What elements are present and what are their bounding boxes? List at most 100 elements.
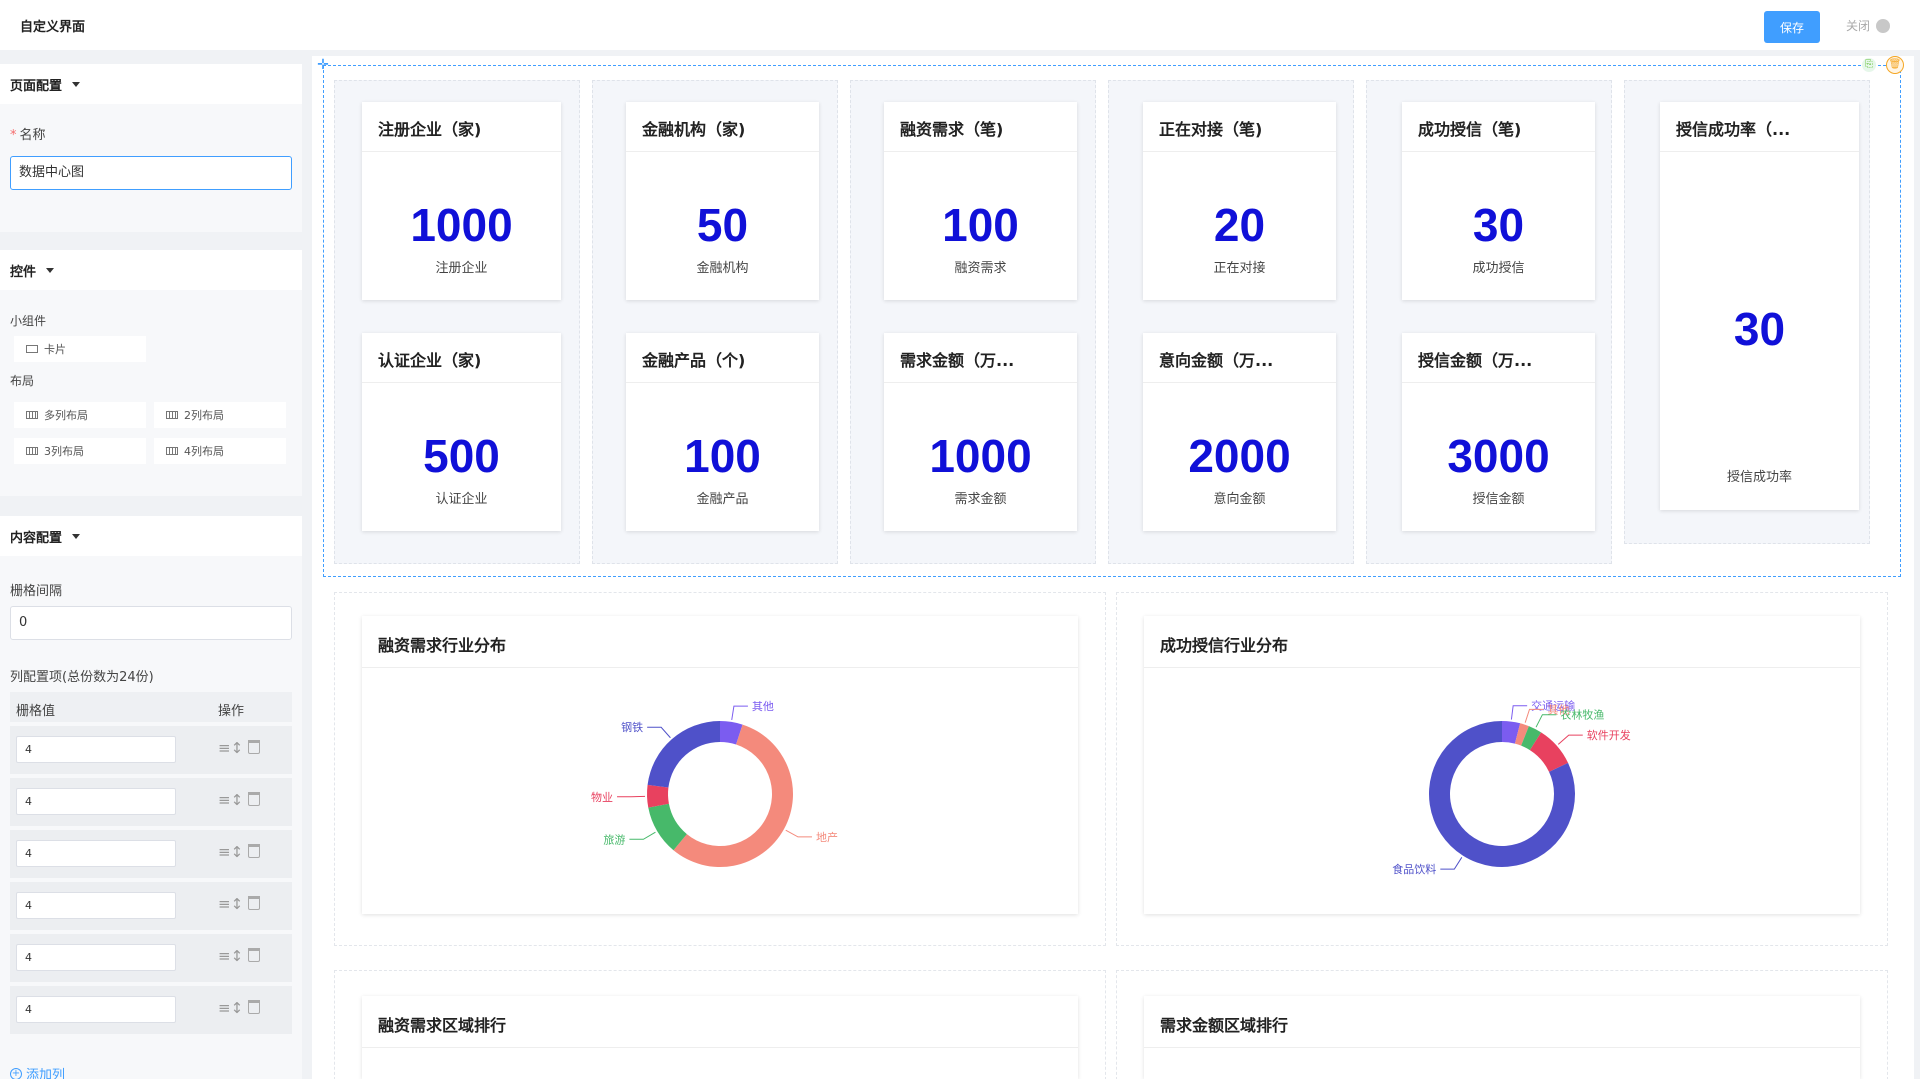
column-config-row: 4 ≡↕ — [10, 986, 292, 1034]
donut-slice[interactable] — [647, 784, 669, 808]
column-config-row: 4 ≡↕ — [10, 726, 292, 774]
slice-label: 物业 — [591, 790, 613, 804]
gutter-label: 栅格间隔 — [10, 584, 63, 599]
sort-icon[interactable]: ≡↕ — [218, 791, 243, 809]
label-leader-line — [1535, 714, 1557, 728]
multi-column-layout-widget[interactable]: 多列布局 — [14, 402, 146, 428]
column-config-row: 4 ≡↕ — [10, 778, 292, 826]
grid-value-header: 栅格值 — [16, 704, 56, 719]
sort-icon[interactable]: ≡↕ — [218, 895, 243, 913]
chart-card-amount-region: 需求金额区域排行 — [1144, 996, 1860, 1079]
grid-value-input[interactable]: 4 — [16, 996, 176, 1023]
save-button[interactable]: 保存 — [1764, 11, 1820, 43]
slice-label: 旅游 — [603, 832, 625, 846]
columns-icon — [166, 447, 178, 455]
name-input[interactable]: 数据中心图 — [10, 156, 292, 190]
donut-slice[interactable] — [647, 721, 720, 788]
content-config-title: 内容配置 — [10, 530, 63, 546]
controls-body: 小组件 卡片 布局 多列布局 2列布局 3列布局 4列布局 — [0, 290, 302, 496]
layout-label: 布局 — [10, 374, 35, 388]
copy-icon[interactable]: ⎘ — [1862, 58, 1876, 72]
trash-icon[interactable] — [248, 740, 260, 754]
columns-icon — [26, 447, 38, 455]
chart-card-demand-industry: 融资需求行业分布 其他地产 旅游 物业 钢铁 — [362, 616, 1078, 914]
gutter-input[interactable]: 0 — [10, 606, 292, 640]
four-column-layout-widget[interactable]: 4列布局 — [154, 438, 286, 464]
slice-label: 地产 — [816, 830, 838, 844]
label-leader-line — [1557, 734, 1583, 745]
label-leader-line — [731, 705, 748, 721]
page-config-body: * 名称 数据中心图 — [0, 104, 302, 232]
layout-widget-label: 4列布局 — [184, 445, 224, 458]
trash-icon[interactable] — [248, 792, 260, 806]
sort-icon[interactable]: ≡↕ — [218, 947, 243, 965]
donut-chart: 其他地产 旅游 物业 钢铁 — [591, 700, 838, 867]
close-icon — [1876, 18, 1891, 33]
layout-widget-label: 2列布局 — [184, 409, 224, 422]
grid-value-input[interactable]: 4 — [16, 944, 176, 971]
slice-label: 钢铁 — [621, 721, 643, 734]
grid-value-input[interactable]: 4 — [16, 788, 176, 815]
controls-section: 控件 小组件 卡片 布局 多列布局 2列布局 3列布局 4列布局 — [0, 250, 302, 496]
controls-title: 控件 — [10, 264, 37, 280]
page-config-title: 页面配置 — [10, 78, 63, 94]
action-header: 操作 — [218, 704, 245, 719]
config-sidebar: 页面配置 * 名称 数据中心图 控件 小组件 卡片 布局 多列布局 2列布局 3… — [0, 50, 302, 1079]
grid-value-input[interactable]: 4 — [16, 840, 176, 867]
top-bar: 自定义界面 保存 关闭 — [0, 0, 1920, 50]
trash-icon[interactable] — [248, 1000, 260, 1014]
caret-down-icon — [46, 267, 55, 273]
move-icon[interactable]: ✛ — [316, 58, 330, 72]
chart-title: 需求金额区域排行 — [1144, 996, 1860, 1048]
trash-icon[interactable] — [248, 896, 260, 910]
slice-label: 农林牧渔 — [1560, 708, 1604, 722]
layout-widget-label: 3列布局 — [44, 445, 84, 458]
slice-label: 食品饮料 — [1392, 862, 1436, 876]
card-widget[interactable]: 卡片 — [14, 336, 146, 362]
controls-header[interactable]: 控件 — [0, 250, 302, 290]
plus-circle-icon: + — [10, 1067, 22, 1079]
chart-card-credit-industry: 成功授信行业分布 交通运输 其他 农林牧渔 软件开发 食品饮料 — [1144, 616, 1860, 914]
chart-card-demand-region: 融资需求区域排行 — [362, 996, 1078, 1079]
columns-config-label: 列配置项(总份数为24份) — [10, 670, 154, 685]
sort-icon[interactable]: ≡↕ — [218, 843, 243, 861]
page-config-section: 页面配置 * 名称 数据中心图 — [0, 64, 302, 232]
chart-title: 成功授信行业分布 — [1144, 616, 1860, 668]
column-config-row: 4 ≡↕ — [10, 934, 292, 982]
slice-label: 其他 — [752, 700, 774, 713]
trash-icon[interactable] — [248, 948, 260, 962]
three-column-layout-widget[interactable]: 3列布局 — [14, 438, 146, 464]
caret-down-icon — [72, 533, 81, 539]
columns-icon — [26, 411, 38, 419]
close-label: 关闭 — [1846, 19, 1871, 33]
card-widget-label: 卡片 — [44, 343, 66, 356]
card-icon — [26, 345, 38, 353]
chart-title: 融资需求行业分布 — [362, 616, 1078, 668]
page-title: 自定义界面 — [20, 20, 86, 35]
add-column-button[interactable]: + 添加列 — [10, 1064, 65, 1079]
slice-label: 软件开发 — [1587, 728, 1631, 742]
sort-icon[interactable]: ≡↕ — [218, 999, 243, 1017]
content-config-section: 内容配置 栅格间隔 0 列配置项(总份数为24份) 栅格值 操作 4 ≡↕ 4 ≡↕ 4… — [0, 516, 302, 1079]
chart-title: 融资需求区域排行 — [362, 996, 1078, 1048]
close-toggle[interactable]: 关闭 — [1846, 17, 1891, 34]
name-label: * 名称 — [10, 128, 46, 143]
grid-value-input[interactable]: 4 — [16, 736, 176, 763]
columns-icon — [166, 411, 178, 419]
donut-chart: 交通运输其他农林牧渔软件开发食品饮料 — [1392, 699, 1631, 876]
label-leader-line — [629, 831, 656, 840]
selected-row-outline[interactable] — [323, 65, 1901, 577]
caret-down-icon — [72, 81, 81, 87]
label-leader-line — [785, 829, 812, 838]
delete-icon[interactable]: 🗑 — [1886, 56, 1904, 74]
two-column-layout-widget[interactable]: 2列布局 — [154, 402, 286, 428]
label-leader-line — [1440, 857, 1463, 870]
layout-widget-label: 多列布局 — [44, 409, 88, 422]
trash-icon[interactable] — [248, 844, 260, 858]
content-config-header[interactable]: 内容配置 — [0, 516, 302, 556]
grid-value-input[interactable]: 4 — [16, 892, 176, 919]
page-config-header[interactable]: 页面配置 — [0, 64, 302, 104]
sort-icon[interactable]: ≡↕ — [218, 739, 243, 757]
required-mark: * — [10, 128, 17, 143]
widgets-label: 小组件 — [10, 314, 47, 328]
